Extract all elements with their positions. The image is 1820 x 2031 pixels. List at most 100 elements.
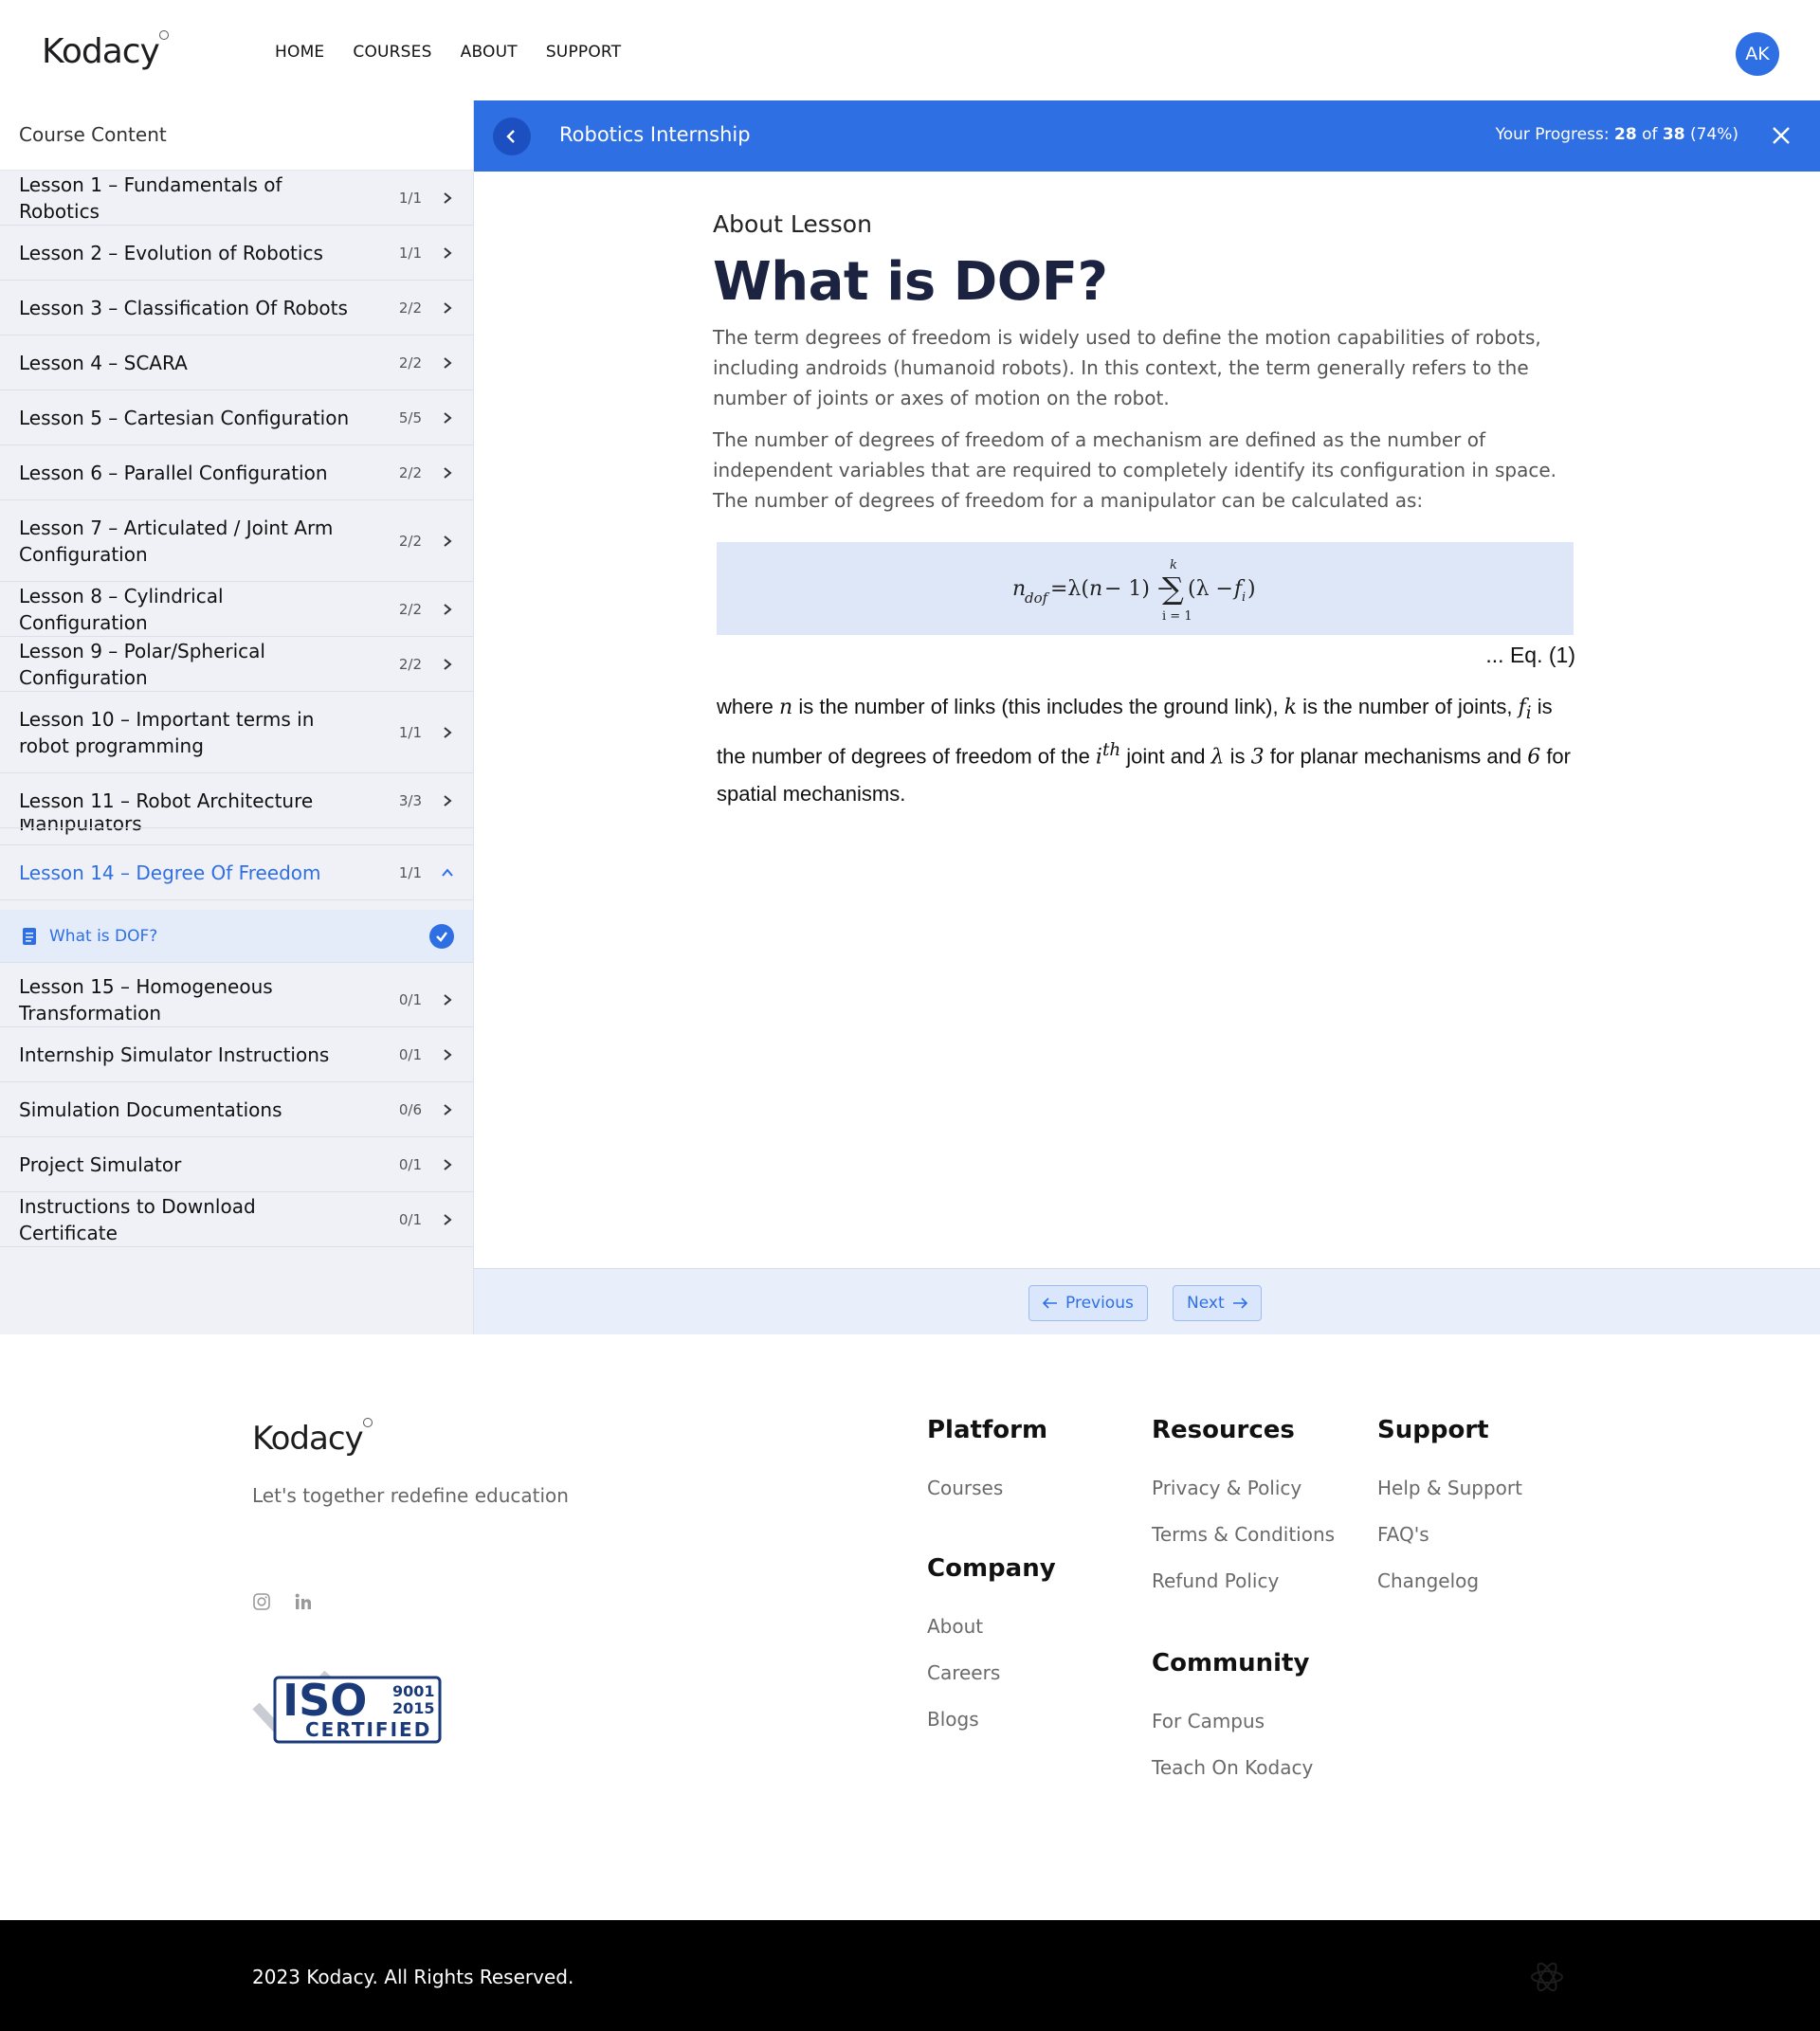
sidebar-lesson-item[interactable]: Lesson 7 – Articulated / Joint Arm Confi…: [0, 500, 473, 582]
lesson-count: 2/2: [398, 655, 422, 673]
chevron-right-icon: [441, 1048, 454, 1061]
sidebar-lesson-item[interactable]: Project Simulator 0/1: [0, 1137, 473, 1192]
chevron-right-icon: [441, 658, 454, 671]
dof-equation: n dof =λ( n − 1) − ∑ k i = 1 (λ − f i ): [717, 542, 1574, 635]
topic-item-what-is-dof[interactable]: What is DOF?: [0, 910, 473, 963]
lesson-title: Project Simulator: [19, 1152, 182, 1176]
footer-logo[interactable]: Kodacy: [252, 1418, 373, 1458]
iso-certified-text: CERTIFIED: [305, 1718, 431, 1741]
footer-link-blogs[interactable]: Blogs: [927, 1708, 1056, 1731]
sidebar-lesson-item[interactable]: Lesson 6 – Parallel Configuration 2/2: [0, 445, 473, 500]
nav-home[interactable]: HOME: [275, 43, 324, 62]
copyright-bar: 2023 Kodacy. All Rights Reserved.: [0, 1920, 1820, 2031]
lesson-count: 3/3: [398, 791, 422, 809]
svg-text:∑: ∑: [1162, 571, 1184, 607]
sidebar-lesson-item[interactable]: Lesson 11 – Robot Architecture 3/3: [0, 773, 473, 828]
chevron-up-icon: [441, 866, 454, 879]
lesson-title: Lesson 4 – SCARA: [19, 351, 188, 374]
lesson-title: Lesson 6 – Parallel Configuration: [19, 461, 328, 484]
where-text-2: is the number of links (this includes th…: [792, 695, 1284, 718]
progress-label: Your Progress:: [1495, 125, 1610, 144]
linkedin-icon[interactable]: [294, 1592, 313, 1611]
sidebar-lesson-active[interactable]: Lesson 14 – Degree Of Freedom 1/1: [0, 845, 473, 900]
footer-link-for-campus[interactable]: For Campus: [1152, 1710, 1313, 1732]
chevron-right-icon: [441, 466, 454, 480]
progress-done: 28: [1613, 125, 1637, 144]
logo-text: Kodacy: [42, 32, 160, 71]
next-label: Next: [1187, 1294, 1225, 1313]
progress-of: of: [1642, 125, 1658, 144]
sidebar-lesson-item[interactable]: Lesson 8 – Cylindrical Configuration 2/2: [0, 582, 473, 637]
nav-support[interactable]: SUPPORT: [546, 43, 621, 62]
footer-link-refund[interactable]: Refund Policy: [1152, 1569, 1335, 1592]
instagram-icon[interactable]: [252, 1592, 271, 1611]
footer-heading-company: Company: [927, 1554, 1056, 1583]
footer-col-support: Support Help & Support FAQ's Changelog: [1377, 1416, 1522, 1616]
iso-certified-badge: ISO 9001 2015 CERTIFIED: [252, 1668, 442, 1753]
var-i: i: [1095, 745, 1102, 770]
sidebar-lesson-item[interactable]: Instructions to Download Certificate 0/1: [0, 1192, 473, 1247]
footer-heading-resources: Resources: [1152, 1416, 1295, 1444]
chevron-right-icon: [441, 1158, 454, 1171]
sidebar-lesson-item[interactable]: Lesson 9 – Polar/Spherical Configuration…: [0, 637, 473, 692]
lesson-list-bottom: Lesson 15 – Homogeneous Transformation 0/…: [0, 972, 473, 1247]
lesson-count: 2/2: [398, 532, 422, 550]
sidebar-lesson-item[interactable]: Lesson 3 – Classification Of Robots 2/2: [0, 281, 473, 335]
sidebar-lesson-item[interactable]: Lesson 10 – Important terms in robot pro…: [0, 692, 473, 773]
footer-link-faqs[interactable]: FAQ's: [1377, 1523, 1522, 1546]
lesson-title: Lesson 11 – Robot Architecture: [19, 789, 314, 812]
svg-text:n: n: [1089, 577, 1102, 601]
footer-link-courses[interactable]: Courses: [927, 1477, 1047, 1499]
check-circle-icon: [429, 923, 454, 949]
where-text-6: is: [1224, 744, 1251, 769]
back-button[interactable]: [493, 118, 531, 155]
nav-courses[interactable]: COURSES: [353, 43, 431, 62]
footer-col-resources: Resources Privacy & Policy Terms & Condi…: [1152, 1416, 1335, 1616]
sidebar-lesson-item[interactable]: Lesson 15 – Homogeneous Transformation 0/…: [0, 972, 473, 1027]
chevron-right-icon: [441, 356, 454, 370]
footer-link-changelog[interactable]: Changelog: [1377, 1569, 1522, 1592]
footer-link-teach[interactable]: Teach On Kodacy: [1152, 1756, 1313, 1779]
sidebar-lesson-item[interactable]: Lesson 5 – Cartesian Configuration 5/5: [0, 390, 473, 445]
close-icon[interactable]: [1771, 125, 1792, 146]
chevron-right-icon: [441, 246, 454, 260]
footer-link-privacy[interactable]: Privacy & Policy: [1152, 1477, 1335, 1499]
avatar[interactable]: AK: [1736, 32, 1779, 76]
previous-button[interactable]: Previous: [1028, 1285, 1148, 1321]
lesson-count: 1/1: [398, 244, 422, 262]
logo[interactable]: Kodacy: [42, 30, 169, 71]
nav-about[interactable]: ABOUT: [461, 43, 518, 62]
arrow-right-icon: [1232, 1297, 1247, 1309]
sidebar-lesson-item[interactable]: Internship Simulator Instructions 0/1: [0, 1027, 473, 1082]
num-6: 6: [1527, 745, 1541, 770]
sidebar-lesson-item[interactable]: Lesson 1 – Fundamentals of Robotics 1/1: [0, 171, 473, 226]
sidebar-lesson-item[interactable]: Lesson 4 – SCARA 2/2: [0, 335, 473, 390]
var-lambda: λ: [1210, 745, 1225, 770]
lesson-count: 5/5: [398, 408, 422, 426]
chevron-right-icon: [441, 411, 454, 425]
footer-heading-platform: Platform: [927, 1416, 1048, 1444]
lesson-title: Lesson 3 – Classification Of Robots: [19, 296, 348, 319]
paragraph-1: The term degrees of freedom is widely us…: [713, 326, 1541, 409]
svg-text:dof: dof: [1025, 589, 1050, 607]
footer-link-about[interactable]: About: [927, 1615, 1056, 1638]
lesson-list: Lesson 1 – Fundamentals of Robotics 1/1 Le…: [0, 171, 473, 828]
lesson-title: Lesson 14 – Degree Of Freedom: [19, 861, 321, 884]
footer-link-terms[interactable]: Terms & Conditions: [1152, 1523, 1335, 1546]
footer-logo-text: Kodacy: [252, 1420, 364, 1458]
svg-text:i: i: [1242, 590, 1246, 605]
footer-col-community: Community For Campus Teach On Kodacy: [1152, 1649, 1313, 1803]
lesson-title: Lesson 9 – Polar/Spherical Configuration: [19, 639, 265, 689]
lesson-count: 0/1: [398, 990, 422, 1008]
lesson-title: Lesson 1 – Fundamentals of Robotics: [19, 172, 282, 223]
atom-icon: [1531, 1962, 1563, 1992]
lesson-content: About Lesson What is DOF? The term degre…: [713, 210, 1575, 812]
next-button[interactable]: Next: [1173, 1285, 1262, 1321]
footer-link-careers[interactable]: Careers: [927, 1661, 1056, 1684]
where-text-5: joint and: [1120, 744, 1211, 769]
sidebar-lesson-item[interactable]: Lesson 2 – Evolution of Robotics 1/1: [0, 226, 473, 281]
equation-reference: ... Eq. (1): [1485, 643, 1575, 667]
sidebar-lesson-item[interactable]: Simulation Documentations 0/6: [0, 1082, 473, 1137]
lesson-count: 2/2: [398, 354, 422, 372]
footer-link-help[interactable]: Help & Support: [1377, 1477, 1522, 1499]
